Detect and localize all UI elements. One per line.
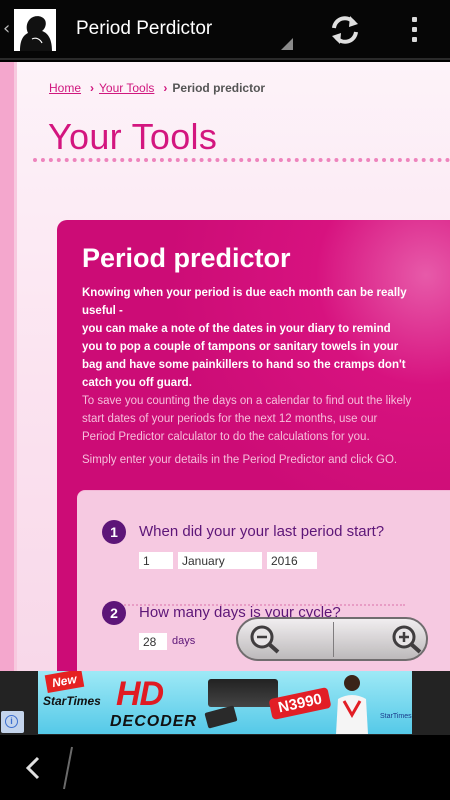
app-screen: ‹ Period Perdictor Home › Your Tools › P…	[0, 0, 450, 800]
back-icon	[25, 756, 40, 780]
cycle-days-unit: days	[172, 635, 196, 647]
breadcrumb: Home › Your Tools › Period predictor	[49, 81, 265, 95]
refresh-button[interactable]	[325, 10, 365, 50]
panel-paragraph-2: Simply enter your details in the Period …	[82, 454, 398, 466]
step-1-label: When did your your last period start?	[139, 523, 385, 540]
breadcrumb-separator-icon: ›	[163, 81, 168, 95]
step-2-badge: 2	[102, 601, 126, 625]
overflow-menu-button[interactable]	[402, 12, 426, 48]
decoder-box-image	[208, 679, 278, 707]
panel-paragraph-1: To save you counting the days on a calen…	[82, 395, 412, 443]
navigation-bar	[0, 735, 450, 800]
zoom-out-icon	[250, 625, 280, 654]
ad-new-badge: New	[44, 671, 84, 694]
ad-banner[interactable]: New StarTimes HD DECODER N3990 StarTimes	[38, 671, 412, 734]
panel-intro: Knowing when your period is due each mon…	[82, 284, 412, 392]
decorative-strip	[0, 62, 17, 671]
spinner-triangle-icon[interactable]	[281, 38, 293, 50]
ad-brand: StarTimes	[43, 694, 101, 708]
year-select[interactable]: 2016	[267, 552, 317, 569]
breadcrumb-current: Period predictor	[172, 81, 266, 95]
day-select[interactable]: 1	[139, 552, 173, 569]
nav-divider	[63, 746, 73, 790]
app-title: Period Perdictor	[76, 18, 213, 39]
intro-line-1: Knowing when your period is due each mon…	[82, 287, 407, 317]
ad-logo: StarTimes	[380, 713, 412, 720]
page-title: Your Tools	[48, 116, 218, 157]
cycle-days-input[interactable]: 28	[139, 633, 167, 650]
silhouette-icon	[14, 9, 56, 51]
period-predictor-panel: Period predictor Knowing when your perio…	[57, 220, 450, 671]
page-content: Home › Your Tools › Period predictor Your To…	[17, 62, 450, 671]
webview[interactable]: Home › Your Tools › Period predictor Your To…	[0, 62, 450, 671]
refresh-icon	[332, 16, 358, 44]
step-1-badge: 1	[102, 520, 126, 544]
divider	[33, 158, 450, 162]
intro-line-2: you can make a note of the dates in your…	[82, 323, 406, 389]
info-icon: i	[5, 715, 18, 728]
ad-headline: HD	[116, 675, 164, 713]
month-select[interactable]: January	[178, 552, 262, 569]
zoom-out-button[interactable]	[238, 619, 333, 659]
ad-person-image	[336, 675, 368, 734]
breadcrumb-home-link[interactable]: Home	[49, 81, 81, 95]
breadcrumb-separator-icon: ›	[90, 81, 95, 95]
up-caret-icon[interactable]: ‹	[3, 18, 10, 39]
remote-image	[204, 705, 238, 729]
back-button[interactable]	[18, 753, 48, 783]
panel-title: Period predictor	[82, 243, 291, 273]
zoom-in-icon	[392, 625, 422, 654]
action-bar: ‹ Period Perdictor	[0, 0, 450, 60]
zoom-controls	[236, 617, 428, 661]
ad-info-button[interactable]: i	[1, 711, 24, 733]
app-logo[interactable]	[14, 9, 56, 51]
zoom-in-button[interactable]	[334, 619, 429, 659]
breadcrumb-tools-link[interactable]: Your Tools	[99, 81, 154, 95]
ad-product: DECODER	[110, 713, 198, 730]
